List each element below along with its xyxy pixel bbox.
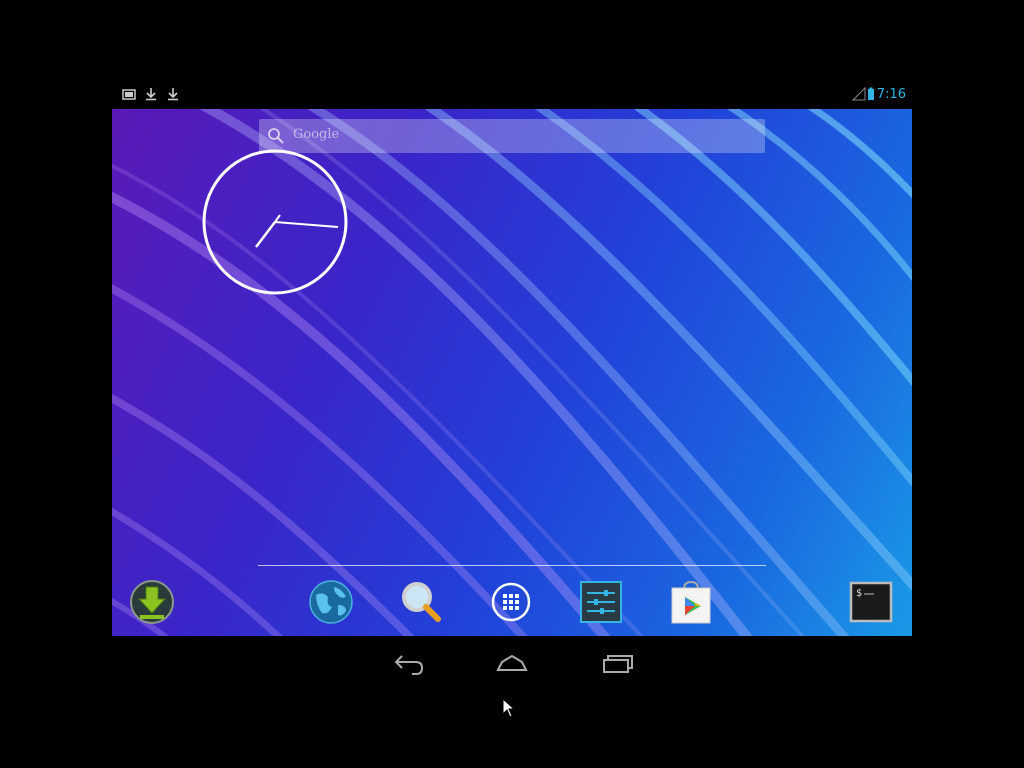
browser-globe-icon[interactable]	[308, 579, 354, 625]
clock-time: 7:16	[876, 87, 906, 102]
home-screen: Google $	[112, 109, 912, 636]
download-icon	[146, 88, 156, 101]
status-bar: 7:16	[112, 84, 912, 106]
mouse-pointer	[502, 698, 516, 718]
play-store-icon[interactable]	[668, 579, 714, 625]
back-icon[interactable]	[388, 648, 428, 676]
terminal-app-icon[interactable]: $	[848, 579, 894, 625]
search-placeholder: Google	[293, 127, 340, 142]
download-icon	[168, 88, 178, 101]
screenshot-icon	[122, 89, 136, 100]
signal-icon	[852, 87, 866, 101]
svg-text:$: $	[856, 588, 862, 599]
analog-clock-widget[interactable]	[200, 149, 350, 299]
navigation-bar	[0, 640, 1024, 684]
search-icon	[268, 128, 284, 144]
recent-apps-icon[interactable]	[596, 648, 636, 676]
dock-divider	[258, 565, 766, 566]
google-search-bar[interactable]: Google	[259, 119, 765, 153]
settings-app-icon[interactable]	[578, 579, 624, 625]
download-app-icon[interactable]	[129, 579, 175, 625]
home-icon[interactable]	[492, 648, 532, 676]
search-app-icon[interactable]	[398, 579, 444, 625]
battery-icon	[868, 87, 874, 100]
all-apps-icon[interactable]	[488, 579, 534, 625]
